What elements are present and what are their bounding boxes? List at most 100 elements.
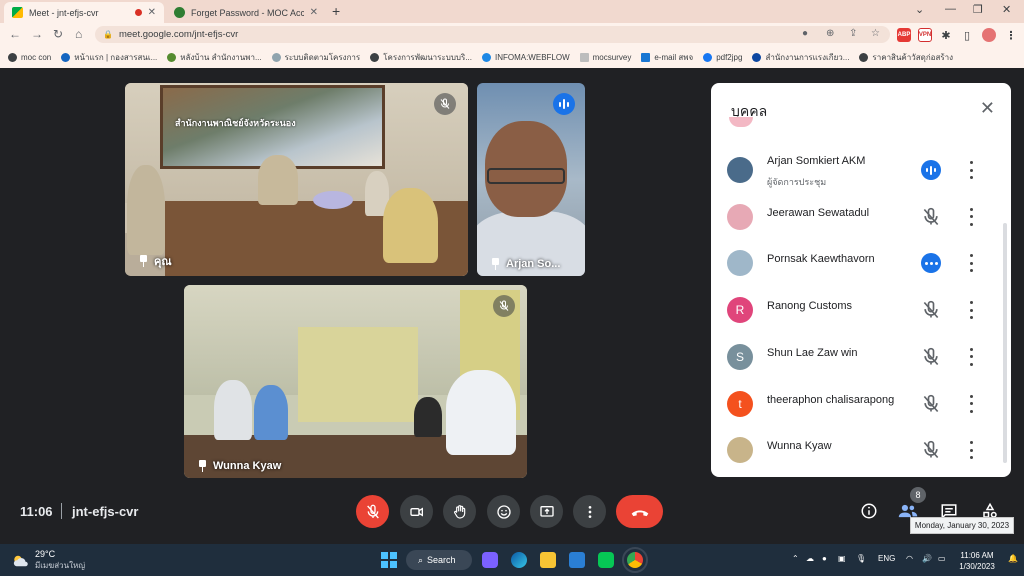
bookmark-item[interactable]: ราคาสินค้าวัสดุก่อสร้าง: [859, 51, 953, 64]
camera-icon[interactable]: ●: [802, 28, 808, 39]
windows-start-icon[interactable]: [381, 552, 397, 568]
minimize-icon[interactable]: —: [945, 3, 956, 15]
share-icon[interactable]: ⇪: [849, 28, 857, 39]
chrome-menu-icon[interactable]: ⋮: [1004, 28, 1018, 42]
taskbar-clock[interactable]: 11:06 AM 1/30/2023: [952, 550, 1002, 572]
participant-avatar: [727, 203, 753, 230]
people-panel: บุคคล ✕ Arjan Somkiert AKM ผู้จัดการประชุ…: [711, 83, 1011, 477]
battery-icon[interactable]: ▭: [938, 554, 946, 563]
meeting-details-button[interactable]: [858, 500, 880, 522]
forward-icon[interactable]: →: [31, 27, 43, 41]
back-icon[interactable]: ←: [9, 27, 21, 41]
tray-app-icon[interactable]: ▣: [838, 554, 846, 563]
line-app-icon[interactable]: [598, 552, 614, 568]
participant-row[interactable]: Arjan Somkiert AKM ผู้จัดการประชุม: [711, 147, 1011, 193]
audio-dots-icon: [921, 253, 941, 274]
participant-more-icon[interactable]: [969, 161, 973, 179]
mic-off-icon: [921, 440, 941, 460]
home-icon[interactable]: ⌂: [75, 27, 82, 41]
tab-title: Forget Password - MOC Account: [191, 7, 304, 18]
vpn-extension-icon[interactable]: VPN: [918, 28, 932, 42]
emoji-reactions-button[interactable]: [487, 495, 520, 528]
teams-chat-icon[interactable]: [482, 552, 498, 568]
raise-hand-button[interactable]: [443, 495, 476, 528]
video-tile-arjan[interactable]: Arjan So...: [477, 83, 585, 276]
profile-avatar[interactable]: [982, 28, 996, 42]
weather-widget[interactable]: 29°C มีเมฆส่วนใหญ่: [12, 549, 85, 572]
bookmark-item[interactable]: moc con: [8, 52, 51, 62]
video-tile-wunna[interactable]: Wunna Kyaw: [184, 285, 527, 478]
mic-off-icon: [921, 347, 941, 367]
adblock-extension-icon[interactable]: ABP: [897, 28, 911, 42]
taskbar-search[interactable]: ⌕ Search: [406, 550, 472, 570]
close-tab-icon[interactable]: ✕: [310, 7, 318, 18]
bookmark-item[interactable]: mocsurvey: [579, 52, 631, 62]
participant-row[interactable]: t theeraphon chalisarapong: [711, 381, 1011, 427]
avatar-initial: S: [735, 349, 744, 364]
bookmark-favicon-icon: [271, 52, 281, 62]
tray-app-icon[interactable]: ●: [822, 554, 827, 563]
new-tab-icon[interactable]: +: [332, 3, 340, 19]
input-language[interactable]: ENG: [878, 554, 895, 563]
close-tab-icon[interactable]: ✕: [148, 7, 156, 18]
video-tile-self[interactable]: สำนักงานพาณิชย์จังหวัดระนอง คุณ: [125, 83, 468, 276]
muted-badge: [434, 93, 456, 115]
bookmark-favicon-icon: [167, 52, 177, 62]
leave-call-button[interactable]: [616, 495, 663, 528]
pin-icon[interactable]: [198, 460, 207, 472]
bookmark-item[interactable]: โครงการพัฒนาระบบบริ...: [370, 51, 472, 64]
microphone-icon[interactable]: 🎙: [856, 554, 866, 563]
search-icon: ⌕: [418, 554, 424, 565]
puzzle-extensions-icon[interactable]: ✱: [939, 28, 953, 42]
camera-toggle-button[interactable]: [400, 495, 433, 528]
tab-forget-password[interactable]: Forget Password - MOC Account ✕: [166, 2, 326, 23]
participant-row[interactable]: Pornsak Kaewthavorn: [711, 240, 1011, 286]
bookmark-item[interactable]: pdf2jpg: [703, 52, 742, 62]
chevron-up-icon[interactable]: ⌃: [792, 554, 799, 563]
participant-more-icon[interactable]: [969, 394, 973, 413]
chevron-down-icon[interactable]: ⌄: [915, 3, 924, 16]
present-screen-button[interactable]: [530, 495, 563, 528]
bookmark-item[interactable]: หน้าแรก | กองสารสนเ...: [61, 51, 157, 64]
restore-icon[interactable]: ❐: [973, 3, 983, 16]
wifi-icon[interactable]: ◠: [906, 554, 913, 563]
bookmark-item[interactable]: INFOMA:WEBFLOW: [481, 52, 570, 62]
participant-row[interactable]: Wunna Kyaw: [711, 427, 1011, 473]
pin-icon[interactable]: [139, 255, 148, 267]
pin-icon[interactable]: [491, 258, 500, 270]
star-icon[interactable]: ☆: [871, 28, 880, 39]
mic-off-icon: [499, 300, 509, 311]
url-text: meet.google.com/jnt-efjs-cvr: [118, 29, 239, 40]
participant-more-icon[interactable]: [969, 441, 973, 460]
panel-scrollbar[interactable]: [1003, 223, 1007, 463]
participant-row[interactable]: Jeerawan Sewatadul: [711, 194, 1011, 240]
participant-more-icon[interactable]: [969, 347, 973, 366]
url-input[interactable]: 🔒 meet.google.com/jnt-efjs-cvr: [95, 26, 890, 43]
file-explorer-icon[interactable]: [540, 552, 556, 568]
participant-more-icon[interactable]: [969, 254, 973, 273]
zoom-icon[interactable]: ⊕: [826, 28, 834, 39]
tile-name-label: คุณ: [139, 252, 172, 270]
notifications-icon[interactable]: 🔔: [1008, 554, 1018, 563]
more-options-button[interactable]: [573, 495, 606, 528]
bookmark-item[interactable]: e-mail สพจ: [641, 51, 693, 64]
close-window-icon[interactable]: ✕: [1002, 3, 1011, 16]
reload-icon[interactable]: ↻: [53, 27, 63, 41]
participant-row[interactable]: R Ranong Customs: [711, 287, 1011, 333]
participant-more-icon[interactable]: [969, 301, 973, 320]
close-panel-icon[interactable]: ✕: [980, 98, 995, 119]
bookmark-item[interactable]: สำนักงานการแรงเกียว...: [752, 51, 849, 64]
edge-browser-icon[interactable]: [511, 552, 527, 568]
glasses: [487, 168, 565, 184]
mic-toggle-button[interactable]: [356, 495, 389, 528]
volume-icon[interactable]: 🔊: [922, 554, 932, 563]
mail-app-icon[interactable]: [569, 552, 585, 568]
participant-more-icon[interactable]: [969, 207, 973, 226]
sidebar-icon[interactable]: ▯: [960, 28, 974, 42]
bookmark-item[interactable]: ระบบติดตามโครงการ: [271, 51, 360, 64]
bookmark-item[interactable]: หลังบ้าน สำนักงานพา...: [167, 51, 262, 64]
participant-row[interactable]: S Shun Lae Zaw win: [711, 334, 1011, 380]
tray-app-icon[interactable]: ☁: [806, 554, 814, 563]
chrome-taskbar-icon[interactable]: [622, 547, 648, 573]
tab-meet[interactable]: Meet - jnt-efjs-cvr ✕: [4, 2, 164, 23]
